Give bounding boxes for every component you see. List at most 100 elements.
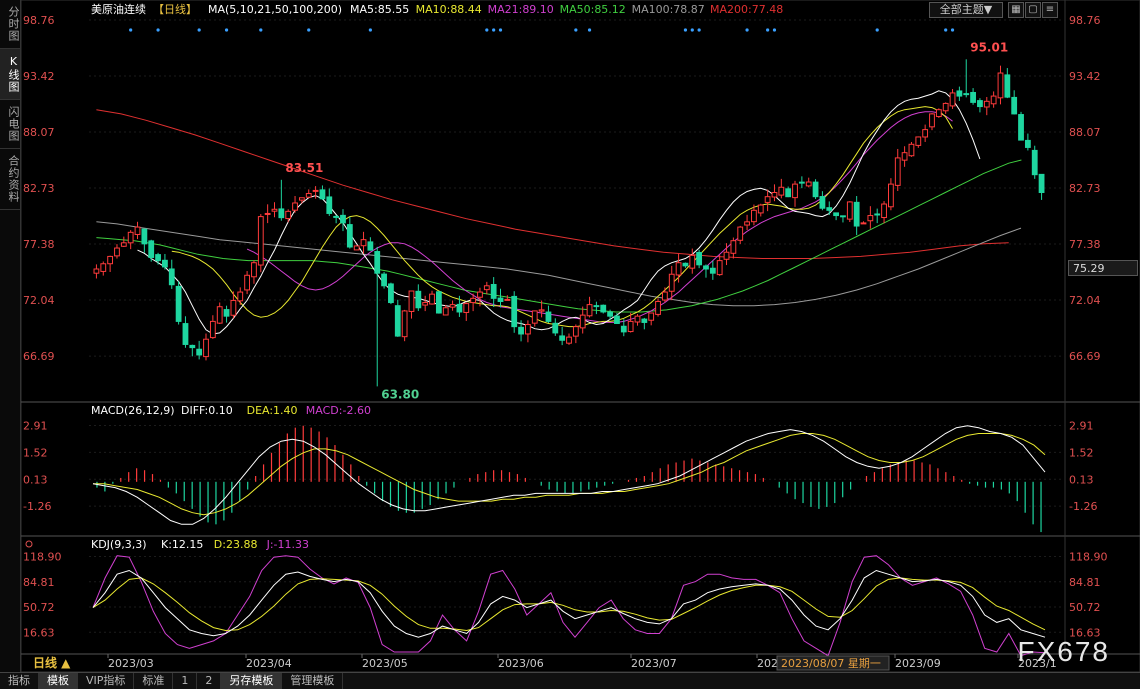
candle-body xyxy=(100,263,107,272)
candle-body xyxy=(593,305,600,308)
candle-body xyxy=(689,254,696,269)
candle-body xyxy=(442,307,449,316)
candle-body xyxy=(538,309,545,312)
event-marker-dot xyxy=(156,28,160,32)
candle-body xyxy=(374,251,381,274)
event-marker-dot xyxy=(772,28,777,32)
macd-y-tick-left: 1.52 xyxy=(23,446,48,459)
candle-body xyxy=(470,297,477,304)
candle-body xyxy=(751,209,757,223)
candle-body xyxy=(292,202,298,211)
candle-body xyxy=(798,181,805,184)
candle-body xyxy=(381,273,387,287)
candle-body xyxy=(388,283,394,304)
candle-body xyxy=(990,95,997,105)
ma-line-ma200 xyxy=(96,109,1009,259)
theme-select-button[interactable]: 全部主题▼ xyxy=(929,2,1003,18)
bottom-toolbar: 指标 模板 VIP指标 标准 1 2 另存模板 管理模板 xyxy=(0,672,1140,689)
candle-body xyxy=(888,183,894,208)
event-marker-dot xyxy=(259,28,263,32)
bottom-tab-0[interactable]: 指标 xyxy=(0,673,39,689)
window-icon[interactable]: ▢ xyxy=(1025,2,1041,18)
kdj-y-tick-left: 50.72 xyxy=(23,601,55,614)
x-tick-label-5: 202 xyxy=(757,657,778,670)
bottom-tab-6[interactable]: 另存模板 xyxy=(221,673,283,689)
main-y-tick-right: 88.07 xyxy=(1069,126,1101,139)
candle-body xyxy=(812,181,819,198)
event-marker-dot xyxy=(944,28,948,32)
candle-body xyxy=(394,305,401,337)
candle-body xyxy=(627,320,634,333)
bottom-tab-7[interactable]: 管理模板 xyxy=(282,673,344,689)
macd-y-tick-left: 2.91 xyxy=(23,420,48,433)
candle-body xyxy=(922,129,929,138)
event-marker-dot xyxy=(766,28,770,32)
candle-body xyxy=(244,274,250,291)
candle-body xyxy=(497,297,504,302)
kdj-settings-icon xyxy=(25,540,33,548)
main-period: 【日线】 xyxy=(153,2,197,16)
event-marker-dot xyxy=(574,28,578,32)
bottom-tab-4[interactable]: 1 xyxy=(173,673,198,689)
side-tab-0[interactable]: 分时图 xyxy=(0,0,20,49)
event-marker-dot xyxy=(875,28,879,32)
candle-body xyxy=(737,226,744,241)
event-marker-dot xyxy=(129,28,133,32)
candle-body xyxy=(367,241,374,251)
candle-body xyxy=(264,212,271,215)
main-y-tick-left: 66.69 xyxy=(23,350,55,363)
watermark-logo: FX678 xyxy=(1017,636,1110,667)
price-chart: 98.76 98.76 93.42 93.42 88.07 88.07 82.73 82.73… xyxy=(21,0,1140,672)
candle-body xyxy=(819,196,826,209)
side-tab-3[interactable]: 合约资料 xyxy=(0,149,20,210)
candle-body xyxy=(661,291,668,301)
candle-body xyxy=(360,239,367,247)
bottom-tab-2[interactable]: VIP指标 xyxy=(78,673,135,689)
candle-body xyxy=(833,212,840,217)
x-tick-label-3: 2023/06 xyxy=(498,657,544,670)
ma-legend-1: MA10:88.44 xyxy=(416,3,482,16)
main-y-tick-left: 93.42 xyxy=(23,70,55,83)
candle-body xyxy=(340,214,346,224)
bottom-tab-3[interactable]: 标准 xyxy=(134,673,174,689)
candle-body xyxy=(175,285,182,322)
candle-body xyxy=(1031,149,1038,176)
kdj-y-tick-right: 50.72 xyxy=(1069,601,1101,614)
main-y-tick-right: 66.69 xyxy=(1069,350,1101,363)
grid-icon[interactable]: ▦ xyxy=(1008,2,1024,18)
candle-body xyxy=(182,323,189,345)
ma-line-ma50 xyxy=(96,159,1022,313)
side-tab-2[interactable]: 闪电图 xyxy=(0,100,20,149)
candle-body xyxy=(107,255,114,265)
x-tick-label-2: 2023/05 xyxy=(362,657,408,670)
price-annotation-0: 95.01 xyxy=(970,40,1008,54)
candle-body xyxy=(894,157,901,186)
candle-body xyxy=(792,183,798,199)
candle-body xyxy=(771,191,778,198)
candle-body xyxy=(655,300,661,315)
candle-body xyxy=(346,224,353,248)
bottom-tab-1[interactable]: 模板 xyxy=(39,673,78,689)
ma-line-ma100 xyxy=(96,221,1022,307)
candle-body xyxy=(1004,74,1011,98)
candle-body xyxy=(120,242,127,247)
candle-body xyxy=(203,338,209,358)
candle-body xyxy=(319,189,326,200)
candle-body xyxy=(860,222,867,225)
bottom-tab-5[interactable]: 2 xyxy=(197,673,222,689)
candle-body xyxy=(949,92,956,107)
candle-body xyxy=(983,100,990,108)
side-tab-1[interactable]: K线图 xyxy=(0,49,20,100)
event-marker-dot xyxy=(498,28,503,32)
candle-body xyxy=(846,201,853,220)
macd-diff-line xyxy=(92,425,1046,525)
candle-body xyxy=(237,291,244,302)
list-icon[interactable]: ≡ xyxy=(1042,2,1058,18)
candle-body xyxy=(1011,96,1018,115)
kdj-y-tick-right: 84.81 xyxy=(1069,576,1101,589)
main-y-tick-left: 77.38 xyxy=(23,238,55,251)
macd-legend-0: DIFF:0.10 xyxy=(181,404,233,417)
candle-body xyxy=(703,265,709,270)
current-price-tag: 75.29 xyxy=(1068,260,1138,276)
main-y-tick-right: 93.42 xyxy=(1069,70,1101,83)
